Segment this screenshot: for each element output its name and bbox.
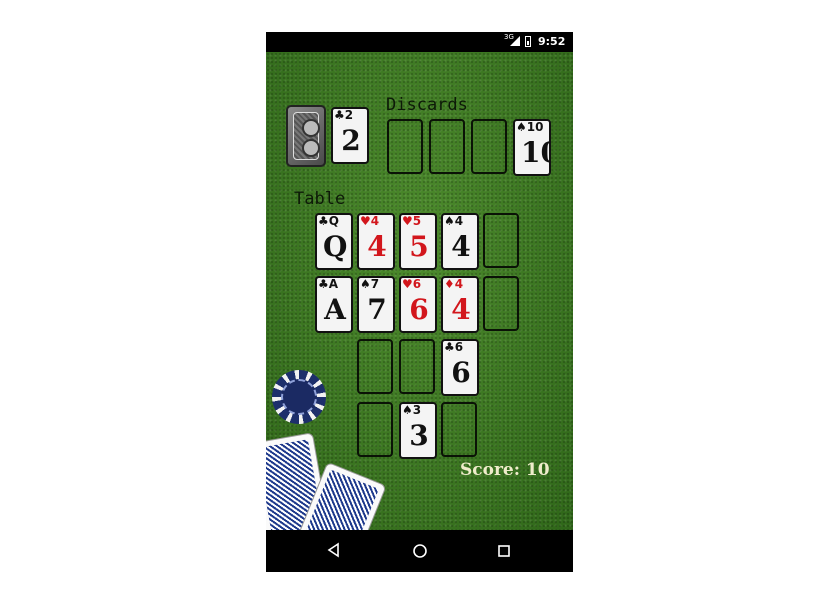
score: Score: 10 [460,460,550,480]
card-rank: ♥6 [402,277,422,291]
table-card[interactable]: ♦4 4 [441,276,479,333]
card-back-medallion-icon [302,119,320,137]
card-rank: ♦4 [444,277,464,291]
table-empty-slot[interactable] [399,339,435,394]
card-art: 4 [451,293,471,326]
card-rank: ♠4 [444,214,464,228]
table-label: Table [294,189,346,209]
home-icon[interactable] [412,543,428,559]
discard-empty-slot[interactable] [471,119,507,174]
phone-screen: 3G 9:52 ♣2 2 Discards Table ♠1010 ♣QQ♥44… [266,32,573,572]
stock-pile[interactable] [286,105,326,167]
poker-chip-icon [272,370,326,424]
table-card[interactable]: ♥5 5 [399,213,437,270]
game-table: ♣2 2 Discards Table ♠1010 ♣QQ♥44♥55♠44♣A… [266,52,573,530]
card-rank: ♠3 [402,403,422,417]
table-card[interactable]: ♣Q Q [315,213,353,270]
discards-label: Discards [386,95,468,115]
table-empty-slot[interactable] [483,276,519,331]
table-empty-slot[interactable] [357,339,393,394]
card-rank: ♣2 [334,108,354,122]
card-art: 5 [409,230,429,263]
card-art: 4 [367,230,387,263]
card-art: 6 [409,293,429,326]
table-empty-slot[interactable] [441,402,477,457]
table-empty-slot[interactable] [483,213,519,268]
card-rank: ♥4 [360,214,380,228]
back-icon[interactable] [326,542,342,562]
discard-empty-slot[interactable] [387,119,423,174]
table-card[interactable]: ♠3 3 [399,402,437,459]
card-back-pattern [293,112,320,160]
table-card[interactable]: ♠4 4 [441,213,479,270]
status-bar: 3G 9:52 [266,32,573,52]
card-rank: ♠7 [360,277,380,291]
card-art: 6 [451,356,471,389]
card-art: 4 [451,230,471,263]
card-art: A [324,293,346,326]
card-rank: ♣A [318,277,339,291]
table-card[interactable]: ♥4 4 [357,213,395,270]
card-rank: ♥5 [402,214,422,228]
card-rank: ♠10 [516,120,544,134]
card-art: 2 [341,124,361,157]
card-art: Q [323,230,348,263]
table-card[interactable]: ♣6 6 [441,339,479,396]
discard-card[interactable]: ♠1010 [513,119,551,176]
clock: 9:52 [538,35,566,48]
card-rank: ♣6 [444,340,464,354]
navigation-bar [266,530,573,572]
card-art: 10 [521,136,549,169]
card-rank: ♣Q [318,214,339,228]
discard-empty-slot[interactable] [429,119,465,174]
card-art: 3 [409,419,429,452]
stock-top-card[interactable]: ♣2 2 [331,107,369,164]
card-back-medallion-icon [302,139,320,157]
card-art: 7 [367,293,387,326]
recent-apps-icon[interactable] [496,543,512,559]
battery-icon [525,36,531,47]
table-card[interactable]: ♠7 7 [357,276,395,333]
table-card[interactable]: ♣A A [315,276,353,333]
signal-icon [510,36,520,46]
table-empty-slot[interactable] [357,402,393,457]
table-card[interactable]: ♥6 6 [399,276,437,333]
